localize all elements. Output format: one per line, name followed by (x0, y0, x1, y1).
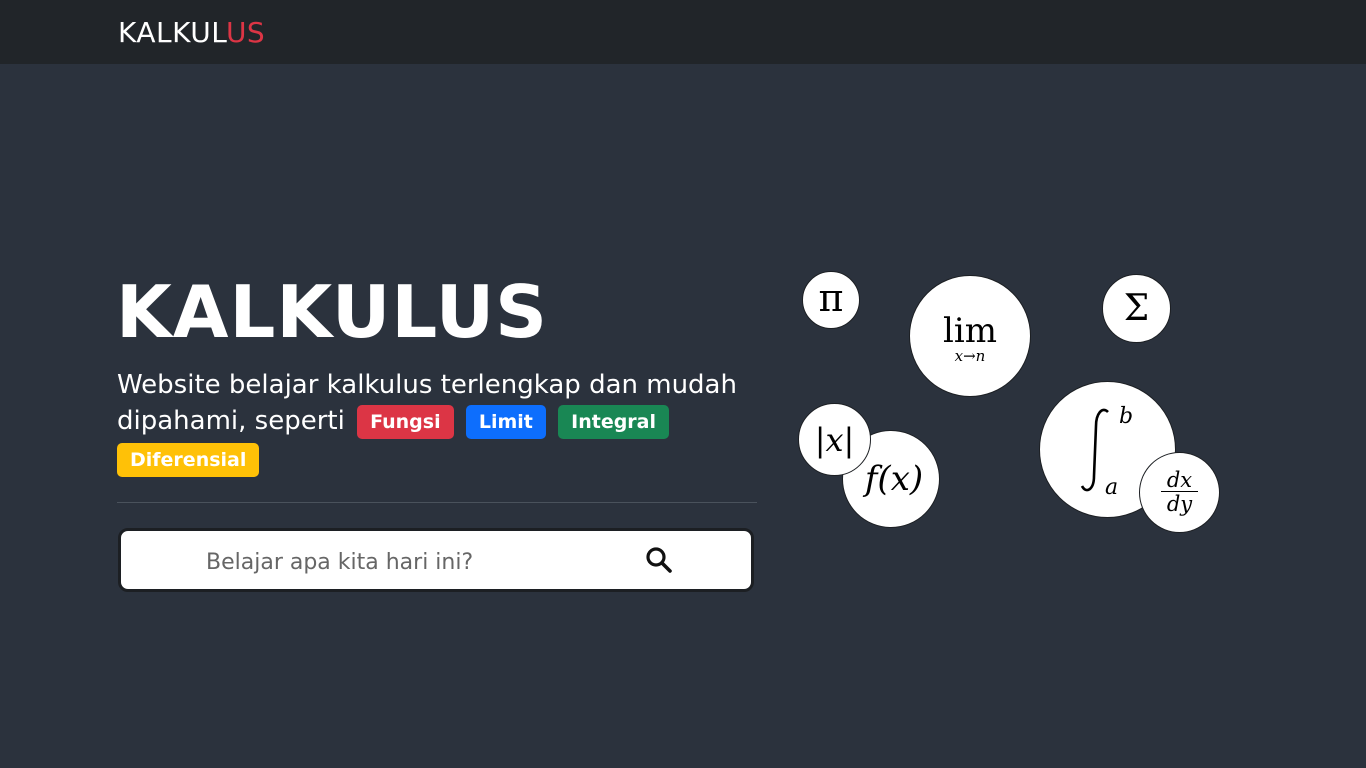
sigma-symbol: Σ (1123, 288, 1150, 329)
hero-title: KALKULUS (116, 270, 549, 354)
search-box (118, 528, 754, 592)
derivative-denominator: dy (1166, 492, 1193, 516)
derivative-numerator: dx (1160, 469, 1199, 492)
derivative-bubble: dx dy (1139, 452, 1220, 533)
brand-accent: US (225, 16, 266, 49)
search-icon (646, 546, 672, 573)
function-symbol: f(x) (864, 459, 924, 499)
badge-fungsi[interactable]: Fungsi (357, 404, 454, 439)
pi-bubble: π (802, 271, 860, 329)
navbar: KALKULUS (0, 0, 1366, 64)
hero-description: Website belajar kalkulus terlengkap dan … (117, 367, 757, 477)
description-line2: dipahami, seperti (117, 406, 345, 436)
badge-limit[interactable]: Limit (465, 404, 546, 439)
limit-bubble: lim x→n (909, 275, 1031, 397)
badge-diferensial[interactable]: Diferensial (117, 442, 260, 477)
brand-logo[interactable]: KALKULUS (118, 15, 265, 51)
limit-symbol: lim (943, 311, 997, 351)
description-line1: Website belajar kalkulus terlengkap dan … (117, 370, 737, 400)
search-button[interactable] (641, 543, 677, 579)
search-input[interactable] (204, 543, 628, 581)
integral-lower: a (1105, 475, 1119, 500)
absolute-symbol: |x| (814, 420, 855, 459)
brand-main: KALKUL (118, 16, 226, 49)
sigma-bubble: Σ (1102, 274, 1171, 343)
absolute-bubble: |x| (798, 403, 871, 476)
divider (117, 502, 757, 503)
badge-integral[interactable]: Integral (558, 404, 670, 439)
pi-symbol: π (818, 276, 844, 320)
integral-upper: b (1119, 404, 1134, 429)
limit-subscript: x→n (954, 347, 986, 365)
